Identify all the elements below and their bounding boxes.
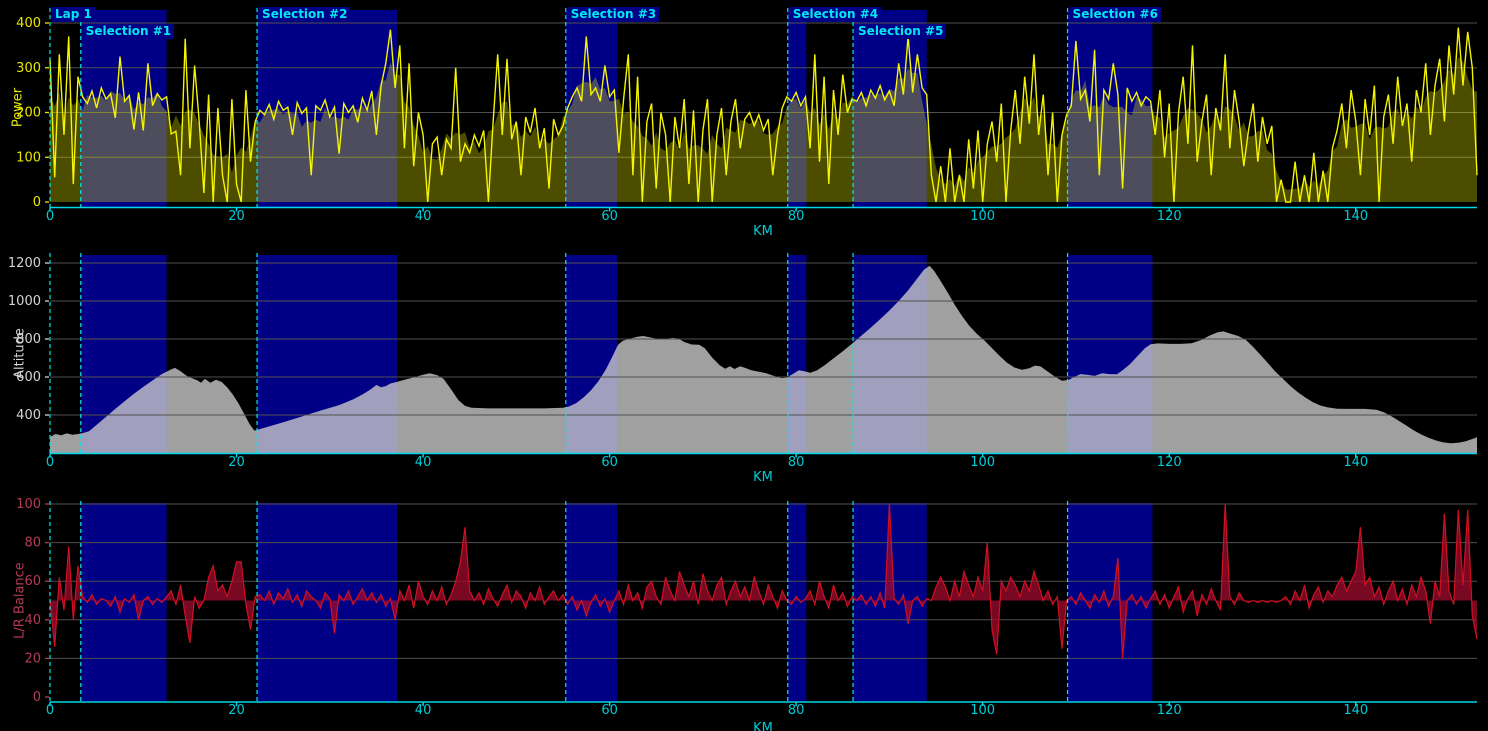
y-tick-label: 800	[16, 332, 41, 347]
selection-label: Selection #4	[790, 7, 881, 22]
y-tick-label: 100	[16, 150, 41, 165]
x-tick-label: 0	[46, 703, 54, 718]
y-tick-label: 400	[16, 16, 41, 31]
x-tick-label: 20	[228, 209, 245, 224]
y-tick-label: 200	[16, 106, 41, 121]
x-tick-label: 140	[1343, 455, 1368, 470]
y-tick-label: 600	[16, 370, 41, 385]
y-tick-label: 20	[24, 651, 41, 666]
x-tick-label: 120	[1157, 209, 1182, 224]
x-tick-label: 40	[415, 455, 432, 470]
x-tick-label: 0	[46, 455, 54, 470]
selection-label: Selection #5	[855, 24, 946, 39]
y-tick-label: 40	[24, 613, 41, 628]
x-tick-label: 80	[788, 455, 805, 470]
y-tick-label: 80	[24, 536, 41, 551]
y-tick-label: 0	[33, 690, 41, 705]
selection-label: Selection #1	[83, 24, 174, 39]
x-tick-label: 40	[415, 209, 432, 224]
x-tick-label: 20	[228, 703, 245, 718]
x-tick-label: 120	[1157, 703, 1182, 718]
charts-canvas[interactable]: 0204060801001201400100200300400020406080…	[0, 0, 1488, 731]
x-tick-label: 60	[601, 455, 618, 470]
x-tick-label: 120	[1157, 455, 1182, 470]
x-tick-label: 80	[788, 703, 805, 718]
y-tick-label: 300	[16, 61, 41, 76]
ride-analysis-window: 0204060801001201400100200300400020406080…	[0, 0, 1488, 731]
y-tick-label: 1200	[8, 256, 41, 271]
y-tick-label: 100	[16, 497, 41, 512]
x-tick-label: 100	[970, 455, 995, 470]
selection-label: Selection #2	[259, 7, 350, 22]
y-tick-label: 400	[16, 408, 41, 423]
x-tick-label: 80	[788, 209, 805, 224]
y-tick-label: 0	[33, 195, 41, 210]
y-tick-label: 1000	[8, 294, 41, 309]
x-tick-label: 100	[970, 209, 995, 224]
x-tick-label: 60	[601, 703, 618, 718]
x-tick-label: 40	[415, 703, 432, 718]
x-tick-label: 140	[1343, 703, 1368, 718]
x-tick-label: 140	[1343, 209, 1368, 224]
x-tick-label: 20	[228, 455, 245, 470]
x-tick-label: 60	[601, 209, 618, 224]
selection-label: Selection #6	[1070, 7, 1161, 22]
selection-label: Lap 1	[52, 7, 95, 22]
x-tick-label: 0	[46, 209, 54, 224]
x-tick-label: 100	[970, 703, 995, 718]
y-tick-label: 60	[24, 574, 41, 589]
selection-label: Selection #3	[568, 7, 659, 22]
